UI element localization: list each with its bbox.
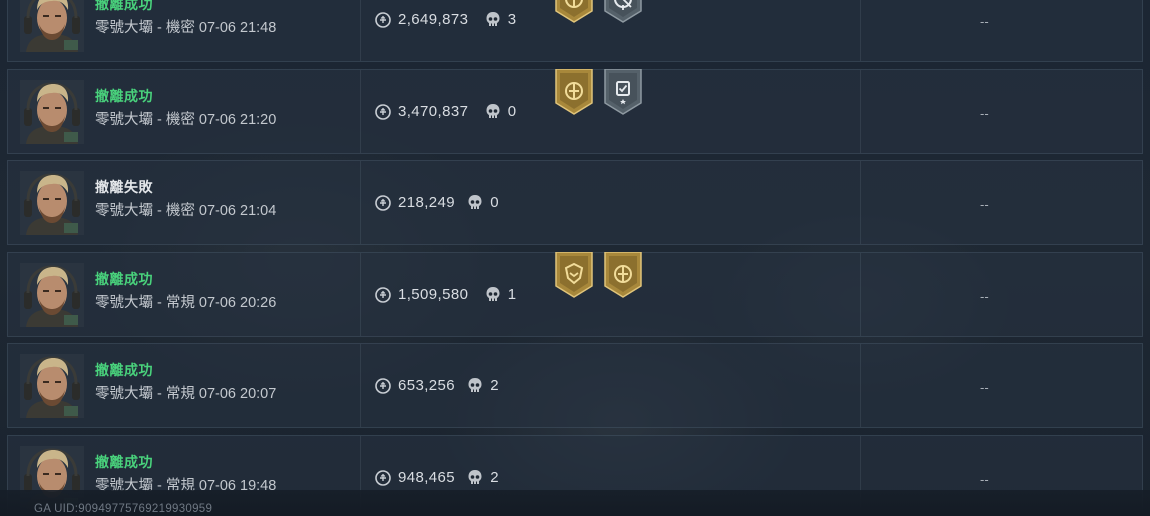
column-divider — [860, 70, 861, 153]
gold-emblem-badge-icon[interactable] — [603, 251, 643, 298]
skull-icon — [467, 194, 483, 212]
operator-avatar — [20, 354, 84, 418]
gold-crest-badge-icon[interactable] — [554, 251, 594, 298]
extraction-status: 撤離成功 — [95, 0, 153, 12]
coin-icon — [375, 195, 391, 211]
column-divider — [360, 344, 361, 427]
extraction-status: 撤離失敗 — [95, 179, 153, 195]
kill-count: 2 — [490, 469, 499, 486]
coin-icon — [375, 287, 391, 303]
gold-emblem-badge-icon[interactable] — [554, 0, 594, 23]
column-divider — [860, 0, 861, 61]
skull-icon — [485, 103, 501, 121]
uid-label: GA UID:90949775769219930959 — [34, 503, 213, 515]
extraction-status: 撤離成功 — [95, 271, 153, 287]
haul-value: 948,465 — [398, 469, 456, 486]
haul-value: 653,256 — [398, 377, 456, 394]
haul-value: 1,509,580 — [398, 286, 469, 303]
gray-checklist-star-badge-icon[interactable] — [603, 68, 643, 115]
gold-emblem-badge-icon[interactable] — [554, 68, 594, 115]
match-record-row[interactable]: 撤離成功零號大壩 - 機密 07-06 21:48 2,649,873 3 -- — [7, 0, 1143, 62]
match-record-row[interactable]: 撤離成功零號大壩 - 常規 07-06 20:07 653,256 2 -- — [7, 343, 1143, 428]
kill-count: 3 — [507, 11, 517, 28]
operator-avatar — [20, 171, 84, 235]
map-mode-time: 零號大壩 - 機密 07-06 21:04 — [95, 203, 277, 219]
kill-count: 1 — [507, 286, 517, 303]
column-divider — [360, 253, 361, 336]
gray-crosshair-badge-icon[interactable] — [603, 0, 643, 23]
extra-info-placeholder: -- — [980, 106, 989, 121]
operator-avatar — [20, 0, 84, 52]
coin-icon — [375, 378, 391, 394]
operator-avatar — [20, 80, 84, 144]
match-record-row[interactable]: 撤離成功零號大壩 - 機密 07-06 21:20 3,470,837 0 -- — [7, 68, 1143, 154]
extraction-status: 撤離成功 — [95, 88, 153, 104]
extra-info-placeholder: -- — [980, 472, 989, 487]
extraction-status: 撤離成功 — [95, 454, 153, 470]
haul-value: 3,470,837 — [398, 103, 469, 120]
extra-info-placeholder: -- — [980, 197, 989, 212]
extra-info-placeholder: -- — [980, 289, 989, 304]
match-record-row[interactable]: 撤離成功零號大壩 - 常規 07-06 20:26 1,509,580 1 -- — [7, 251, 1143, 337]
match-record-row[interactable]: 撤離失敗零號大壩 - 機密 07-06 21:04 218,249 0 -- — [7, 160, 1143, 245]
skull-icon — [467, 469, 483, 487]
haul-value: 218,249 — [398, 194, 456, 211]
skull-icon — [485, 11, 501, 29]
column-divider — [360, 0, 361, 61]
operator-avatar — [20, 263, 84, 327]
coin-icon — [375, 470, 391, 486]
skull-icon — [467, 377, 483, 395]
map-mode-time: 零號大壩 - 常規 07-06 20:07 — [95, 386, 277, 402]
skull-icon — [485, 286, 501, 304]
map-mode-time: 零號大壩 - 機密 07-06 21:20 — [95, 112, 277, 128]
map-mode-time: 零號大壩 - 常規 07-06 20:26 — [95, 295, 277, 311]
kill-count: 0 — [490, 194, 499, 211]
column-divider — [360, 70, 361, 153]
column-divider — [860, 344, 861, 427]
kill-count: 0 — [507, 103, 517, 120]
coin-icon — [375, 12, 391, 28]
kill-count: 2 — [490, 377, 499, 394]
extraction-status: 撤離成功 — [95, 362, 153, 378]
match-history-list[interactable]: 撤離成功 零號大壩 - 機密 07-06 21:48 2,649,873 3 -- — [0, 0, 1150, 516]
extra-info-placeholder: -- — [980, 380, 989, 395]
column-divider — [860, 161, 861, 244]
column-divider — [860, 253, 861, 336]
extra-info-placeholder: -- — [980, 14, 989, 29]
map-mode-time: 零號大壩 - 機密 07-06 21:48 — [95, 20, 277, 36]
coin-icon — [375, 104, 391, 120]
column-divider — [360, 161, 361, 244]
haul-value: 2,649,873 — [398, 11, 469, 28]
